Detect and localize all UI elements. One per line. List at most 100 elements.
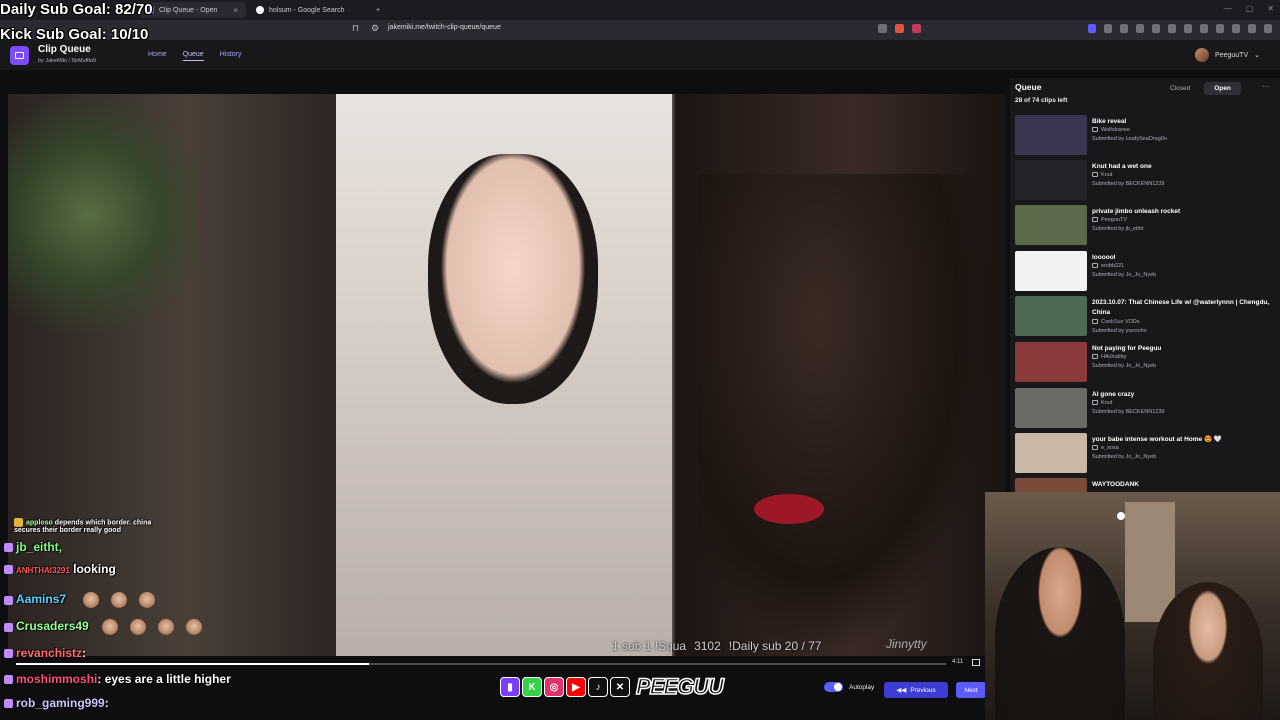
next-button[interactable]: Next <box>956 682 986 698</box>
chat-message: Crusaders49 <box>4 619 214 635</box>
channel-icon <box>1092 217 1098 223</box>
new-tab-button[interactable]: + <box>370 2 388 18</box>
share-icon[interactable] <box>878 24 887 33</box>
clip-submitter: Submitted by Jo_Jo_Nyeb <box>1092 272 1157 278</box>
clip-title: 2023.10.07: That Chinese Life w/ @waterl… <box>1092 299 1270 316</box>
emote-icon <box>102 619 119 635</box>
extension-icon[interactable] <box>1136 24 1144 33</box>
user-menu[interactable]: PeeguuTV ⌄ <box>1195 48 1260 62</box>
clip-submitter: Submitted by Jo_Jo_Nyeb <box>1092 454 1157 460</box>
rewards-icon[interactable] <box>912 24 921 33</box>
brave-shield-icon[interactable] <box>895 24 904 33</box>
channel-icon <box>1092 445 1098 451</box>
closed-button[interactable]: Closed <box>1160 82 1200 95</box>
queue-open-toggle: Closed Open <box>1160 82 1241 95</box>
queue-item[interactable]: your babe intense workout at Home 😍 🤍 e_s… <box>1015 433 1277 475</box>
nav-queue[interactable]: Queue <box>182 51 204 61</box>
clip-title: WAYTOODANK <box>1092 481 1139 488</box>
tiktok-icon: ♪ <box>588 677 608 697</box>
minimize-icon[interactable]: — <box>1224 4 1232 13</box>
queue-item[interactable]: Not paying for Peeguu HAchubby Submitted b… <box>1015 342 1277 384</box>
extension-icon[interactable] <box>1248 24 1256 33</box>
extension-icon[interactable] <box>1168 24 1176 33</box>
clip-submitter: Submitted by yooooho <box>1092 328 1147 334</box>
queue-item[interactable]: 2023.10.07: That Chinese Life w/ @waterl… <box>1015 296 1277 338</box>
menu-icon[interactable] <box>1264 24 1272 33</box>
tab-clip-queue[interactable]: Clip Queue - Open × <box>140 2 246 18</box>
nav-home[interactable]: Home <box>148 51 167 61</box>
socials-overlay: ▮ K ◎ ▶ ♪ ✕ PEEGUU <box>500 672 725 702</box>
site-settings-icon[interactable]: ⚙ <box>371 23 379 34</box>
main-nav: Home Queue History <box>148 51 242 61</box>
previous-button[interactable]: ◀◀ Previous <box>884 682 948 698</box>
queue-count: 28 of 74 clips left <box>1015 97 1068 104</box>
badge-icon <box>4 565 13 575</box>
maximize-icon[interactable]: ▢ <box>1246 4 1254 13</box>
clip-channel: erobb221 <box>1092 263 1124 269</box>
clip-submitter: Submitted by jb_eitht <box>1092 226 1144 232</box>
autoplay-label: Autoplay <box>849 683 875 691</box>
clip-thumbnail <box>1015 160 1087 200</box>
queue-item[interactable]: AI gone crazy Knut Submitted by BECKENN123… <box>1015 388 1277 430</box>
queue-item[interactable]: WAYTOODANK <box>1015 478 1277 492</box>
avatar <box>1195 48 1210 62</box>
queue-item[interactable]: private jimbo unleash rocket PeeguuTV Subm… <box>1015 205 1277 247</box>
clip-submitter: Submitted by BECKENN1239 <box>1092 181 1165 187</box>
clip-title: private jimbo unleash rocket <box>1092 208 1181 215</box>
channel-icon <box>1092 127 1098 133</box>
extension-icon[interactable] <box>1216 24 1224 33</box>
browser-shield-icons <box>878 24 921 33</box>
open-button[interactable]: Open <box>1204 82 1241 95</box>
extension-icon[interactable] <box>1232 24 1240 33</box>
url-field[interactable]: jakemiki.me/twitch-clip-queue/queue <box>388 24 501 31</box>
close-tab-icon[interactable]: × <box>233 6 238 15</box>
extension-icon[interactable] <box>1200 24 1208 33</box>
emote-icon <box>130 619 147 635</box>
emote-icon <box>158 619 175 635</box>
channel-icon <box>1092 319 1098 325</box>
clip-title: Knut had a wet one <box>1092 163 1152 170</box>
badge-icon <box>4 595 13 605</box>
clip-channel: e_sosa <box>1092 445 1119 451</box>
chevron-down-icon: ⌄ <box>1254 52 1260 59</box>
extension-icon[interactable] <box>1184 24 1192 33</box>
clip-queue-logo-icon[interactable] <box>10 46 29 65</box>
chat-message: moshimmoshi: eyes are a little higher <box>4 672 231 686</box>
browser-tab-strip: Clip Queue - Open × holsum - Google Sear… <box>0 0 1280 20</box>
extension-icons <box>1088 24 1272 33</box>
emote-icon <box>139 592 156 608</box>
kick-icon: K <box>522 677 542 697</box>
queue-item[interactable]: Knut had a wet one Knut Submitted by BECKE… <box>1015 160 1277 202</box>
emote-icon <box>111 592 128 608</box>
extension-icon[interactable] <box>1104 24 1112 33</box>
queue-item[interactable]: Bike reveal Wolfsbanee Submitted by LeafyS… <box>1015 115 1277 157</box>
queue-item[interactable]: loooool erobb221 Submitted by Jo_Jo_Nyeb <box>1015 251 1277 293</box>
clip-thumbnail <box>1015 388 1087 428</box>
clip-thumbnail <box>1015 433 1087 473</box>
nav-history[interactable]: History <box>220 51 242 61</box>
clip-player[interactable]: 1 sub 1 !Squa 3102 !Daily sub 20 / 77 Ji… <box>8 94 1005 656</box>
clip-thumbnail <box>1015 251 1087 291</box>
extension-icon[interactable] <box>1120 24 1128 33</box>
clip-channel: Knut <box>1092 400 1112 406</box>
tab-google-search[interactable]: holsum - Google Search <box>250 2 366 18</box>
more-options-icon[interactable]: ··· <box>1262 82 1270 91</box>
clip-submitter: Submitted by LeafySeaDrag0n <box>1092 136 1167 142</box>
extension-icon[interactable] <box>1152 24 1160 33</box>
fullscreen-icon[interactable] <box>972 659 980 666</box>
app-header: Clip Queue by JakeMiki / SirMuffin9 Home… <box>0 40 1280 70</box>
chat-message: apploso depends which border. china secu… <box>14 518 152 534</box>
badge-icon <box>4 675 13 685</box>
player-controls: 4:11 <box>8 656 983 670</box>
clip-channel: PeeguuTV <box>1092 217 1127 223</box>
autoplay-switch[interactable] <box>824 682 843 692</box>
bookmark-icon[interactable]: ⊓ <box>352 23 359 34</box>
rewind-icon: ◀◀ <box>896 687 907 694</box>
autoplay-toggle[interactable]: Autoplay <box>824 682 874 692</box>
extension-icon[interactable] <box>1088 24 1096 33</box>
seek-bar[interactable] <box>16 663 946 665</box>
daily-sub-text: !Daily sub 20 / 77 <box>728 639 822 653</box>
clip-thumbnail <box>1015 296 1087 336</box>
close-window-icon[interactable]: ✕ <box>1267 4 1274 13</box>
clip-submitter: Submitted by Jo_Jo_Nyeb <box>1092 363 1157 369</box>
